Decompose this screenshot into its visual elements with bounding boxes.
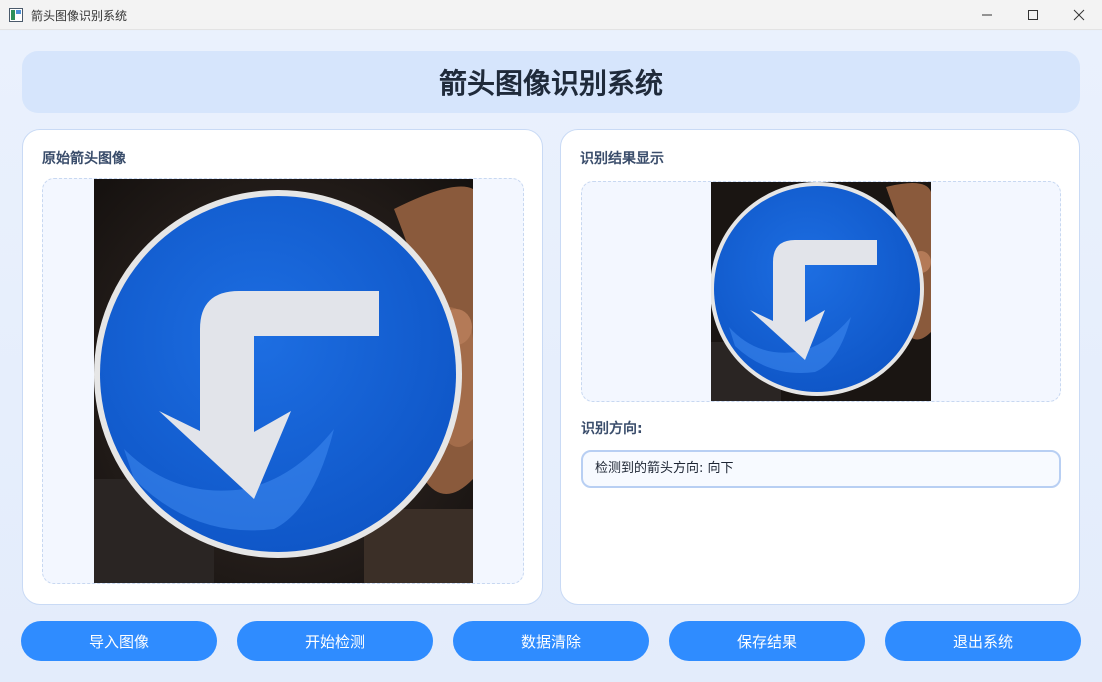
result-arrow-image bbox=[711, 182, 931, 401]
page-title: 箭头图像识别系统 bbox=[438, 67, 663, 100]
main-content: 箭头图像识别系统 原始箭头图像 识别结果显示 识别方向: 检测到的箭头方向: 向… bbox=[0, 31, 1102, 682]
close-icon bbox=[1073, 9, 1085, 21]
result-panel: 识别结果显示 识别方向: 检测到的箭头方向: 向下 bbox=[560, 129, 1080, 605]
original-image-title: 原始箭头图像 bbox=[42, 151, 126, 167]
window-title: 箭头图像识别系统 bbox=[31, 9, 128, 23]
page-header: 箭头图像识别系统 bbox=[22, 51, 1080, 113]
result-image-frame bbox=[581, 181, 1061, 402]
minimize-button[interactable] bbox=[964, 0, 1010, 30]
original-image-panel: 原始箭头图像 bbox=[22, 129, 543, 605]
maximize-button[interactable] bbox=[1010, 0, 1056, 30]
import-image-button[interactable]: 导入图像 bbox=[21, 621, 217, 661]
app-icon bbox=[9, 8, 23, 22]
window-titlebar: 箭头图像识别系统 bbox=[0, 0, 1102, 30]
direction-result-field[interactable]: 检测到的箭头方向: 向下 bbox=[581, 450, 1061, 488]
clear-data-button[interactable]: 数据清除 bbox=[453, 621, 649, 661]
original-image-frame bbox=[42, 178, 524, 584]
start-detection-button[interactable]: 开始检测 bbox=[237, 621, 433, 661]
maximize-icon bbox=[1028, 10, 1038, 20]
result-title: 识别结果显示 bbox=[580, 151, 664, 167]
direction-label: 识别方向: bbox=[581, 421, 643, 437]
minimize-icon bbox=[982, 14, 992, 16]
original-arrow-image bbox=[94, 179, 473, 583]
save-result-button[interactable]: 保存结果 bbox=[669, 621, 865, 661]
exit-system-button[interactable]: 退出系统 bbox=[885, 621, 1081, 661]
close-button[interactable] bbox=[1056, 0, 1102, 30]
